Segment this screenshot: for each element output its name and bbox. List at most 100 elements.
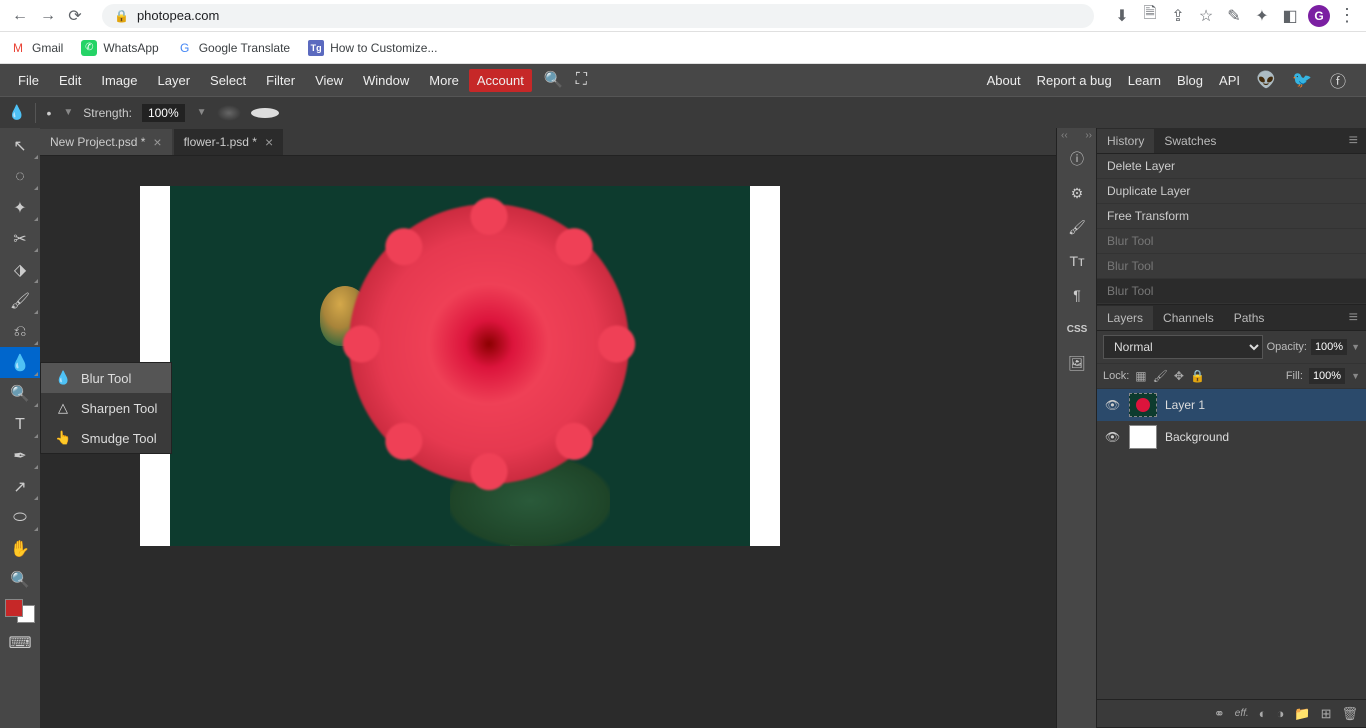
- profile-button[interactable]: G: [1308, 5, 1330, 27]
- brush-picker-icon[interactable]: •: [46, 105, 51, 121]
- lock-position-icon[interactable]: ✥: [1174, 369, 1184, 383]
- visibility-icon[interactable]: 👁: [1105, 398, 1121, 412]
- layer-row[interactable]: 👁 Layer 1: [1097, 389, 1366, 421]
- foreground-color[interactable]: [5, 599, 23, 617]
- opacity-value[interactable]: 100%: [1311, 339, 1347, 355]
- link-blog[interactable]: Blog: [1177, 73, 1203, 88]
- bookmark-translate[interactable]: G Google Translate: [177, 40, 290, 56]
- pen-tool[interactable]: ✒: [0, 440, 40, 471]
- tab-layers[interactable]: Layers: [1097, 306, 1153, 330]
- lock-pixels-icon[interactable]: 🖌: [1153, 369, 1168, 383]
- extensions-icon[interactable]: ✦: [1252, 6, 1272, 26]
- search-icon[interactable]: 🔍: [544, 70, 564, 90]
- brush-tool[interactable]: 🖌: [0, 285, 40, 316]
- link-bug[interactable]: Report a bug: [1037, 73, 1112, 88]
- tab-channels[interactable]: Channels: [1153, 306, 1224, 330]
- shape-tool[interactable]: ⬭: [0, 502, 40, 533]
- menu-more[interactable]: More: [419, 67, 469, 94]
- forward-button[interactable]: →: [38, 6, 58, 26]
- dodge-tool[interactable]: 🔍: [0, 378, 40, 409]
- info-panel-icon[interactable]: ⓘ: [1057, 142, 1097, 176]
- menu-filter[interactable]: Filter: [256, 67, 305, 94]
- keyboard-icon[interactable]: ⌨: [0, 627, 40, 658]
- panel-collapse-arrows[interactable]: ‹‹››: [1057, 128, 1096, 142]
- history-item[interactable]: Duplicate Layer: [1097, 179, 1366, 204]
- new-folder-icon[interactable]: 📁: [1294, 706, 1310, 722]
- link-learn[interactable]: Learn: [1128, 73, 1161, 88]
- move-tool[interactable]: ↖: [0, 130, 40, 161]
- opacity-dropdown[interactable]: ▼: [1351, 342, 1360, 352]
- character-panel-icon[interactable]: Tт: [1057, 244, 1097, 278]
- hand-tool[interactable]: ✋: [0, 533, 40, 564]
- back-button[interactable]: ←: [10, 6, 30, 26]
- strength-dropdown[interactable]: ▼: [197, 107, 207, 118]
- menu-edit[interactable]: Edit: [49, 67, 91, 94]
- delete-layer-icon[interactable]: 🗑: [1341, 706, 1358, 722]
- bookmark-customize[interactable]: Tg How to Customize...: [308, 40, 437, 56]
- layer-thumbnail[interactable]: [1129, 393, 1157, 417]
- history-item[interactable]: Blur Tool: [1097, 279, 1366, 304]
- star-icon[interactable]: ☆: [1196, 6, 1216, 26]
- tab-close-icon[interactable]: ×: [153, 134, 161, 150]
- url-bar[interactable]: 🔒 photopea.com: [102, 4, 1094, 28]
- link-api[interactable]: API: [1219, 73, 1240, 88]
- facebook-icon[interactable]: ⓕ: [1328, 70, 1348, 90]
- download-icon[interactable]: ⬇: [1112, 6, 1132, 26]
- reddit-icon[interactable]: 👽: [1256, 70, 1276, 90]
- brush-preview-hard[interactable]: [251, 108, 279, 118]
- tab-swatches[interactable]: Swatches: [1154, 129, 1226, 153]
- canvas[interactable]: [140, 186, 780, 546]
- zoom-tool[interactable]: 🔍: [0, 564, 40, 595]
- twitter-icon[interactable]: 🐦: [1292, 70, 1312, 90]
- layer-effects-icon[interactable]: eff.: [1235, 708, 1249, 719]
- clone-tool[interactable]: ⎌: [0, 316, 40, 347]
- paragraph-panel-icon[interactable]: ¶: [1057, 278, 1097, 312]
- blur-tool[interactable]: 💧: [0, 347, 40, 378]
- css-panel-icon[interactable]: CSS: [1057, 312, 1097, 346]
- sidebar-icon[interactable]: ◧: [1280, 6, 1300, 26]
- color-swatch[interactable]: [5, 599, 35, 623]
- lock-all-icon[interactable]: 🔒: [1190, 369, 1205, 383]
- history-item[interactable]: Free Transform: [1097, 204, 1366, 229]
- bookmark-whatsapp[interactable]: ✆ WhatsApp: [81, 40, 158, 56]
- flyout-sharpen-tool[interactable]: △ Sharpen Tool: [41, 393, 171, 423]
- canvas-area[interactable]: [40, 156, 1056, 728]
- share-icon[interactable]: ⇪: [1168, 6, 1188, 26]
- adjustments-panel-icon[interactable]: ⚙: [1057, 176, 1097, 210]
- adjustment-layer-icon[interactable]: ◑: [1277, 706, 1285, 721]
- strength-value[interactable]: 100%: [142, 104, 185, 122]
- page-icon[interactable]: 🗎: [1140, 6, 1160, 26]
- flyout-blur-tool[interactable]: 💧 Blur Tool: [41, 363, 171, 393]
- fill-dropdown[interactable]: ▼: [1351, 371, 1360, 381]
- brush-dropdown[interactable]: ▼: [63, 107, 73, 118]
- history-item[interactable]: Blur Tool: [1097, 254, 1366, 279]
- lock-transparency-icon[interactable]: ▦: [1135, 369, 1146, 383]
- layer-thumbnail[interactable]: [1129, 425, 1157, 449]
- menu-account[interactable]: Account: [469, 69, 532, 92]
- link-layers-icon[interactable]: ⚭: [1214, 706, 1225, 722]
- bookmark-gmail[interactable]: M Gmail: [10, 40, 63, 56]
- fill-value[interactable]: 100%: [1309, 368, 1345, 384]
- visibility-icon[interactable]: 👁: [1105, 430, 1121, 444]
- menu-image[interactable]: Image: [91, 67, 147, 94]
- browser-menu-button[interactable]: ⋮: [1338, 5, 1356, 26]
- layer-row[interactable]: 👁 Background: [1097, 421, 1366, 453]
- panel-menu-icon[interactable]: ≡: [1341, 132, 1366, 150]
- link-about[interactable]: About: [987, 73, 1021, 88]
- marquee-tool[interactable]: ◌: [0, 161, 40, 192]
- new-layer-icon[interactable]: ⊞: [1321, 706, 1332, 722]
- panel-menu-icon[interactable]: ≡: [1341, 309, 1366, 327]
- gallery-panel-icon[interactable]: 🖼: [1057, 346, 1097, 380]
- crop-tool[interactable]: ✂: [0, 223, 40, 254]
- reload-button[interactable]: ⟳: [66, 7, 84, 25]
- menu-window[interactable]: Window: [353, 67, 419, 94]
- eyedropper-icon[interactable]: ✎: [1224, 6, 1244, 26]
- path-tool[interactable]: ↗: [0, 471, 40, 502]
- doc-tab-1[interactable]: flower-1.psd * ×: [174, 129, 284, 155]
- tab-paths[interactable]: Paths: [1224, 306, 1275, 330]
- wand-tool[interactable]: ✦: [0, 192, 40, 223]
- tool-preset-icon[interactable]: 💧: [8, 104, 25, 121]
- blend-mode-select[interactable]: Normal: [1103, 335, 1263, 359]
- doc-tab-0[interactable]: New Project.psd * ×: [40, 129, 172, 155]
- menu-layer[interactable]: Layer: [148, 67, 201, 94]
